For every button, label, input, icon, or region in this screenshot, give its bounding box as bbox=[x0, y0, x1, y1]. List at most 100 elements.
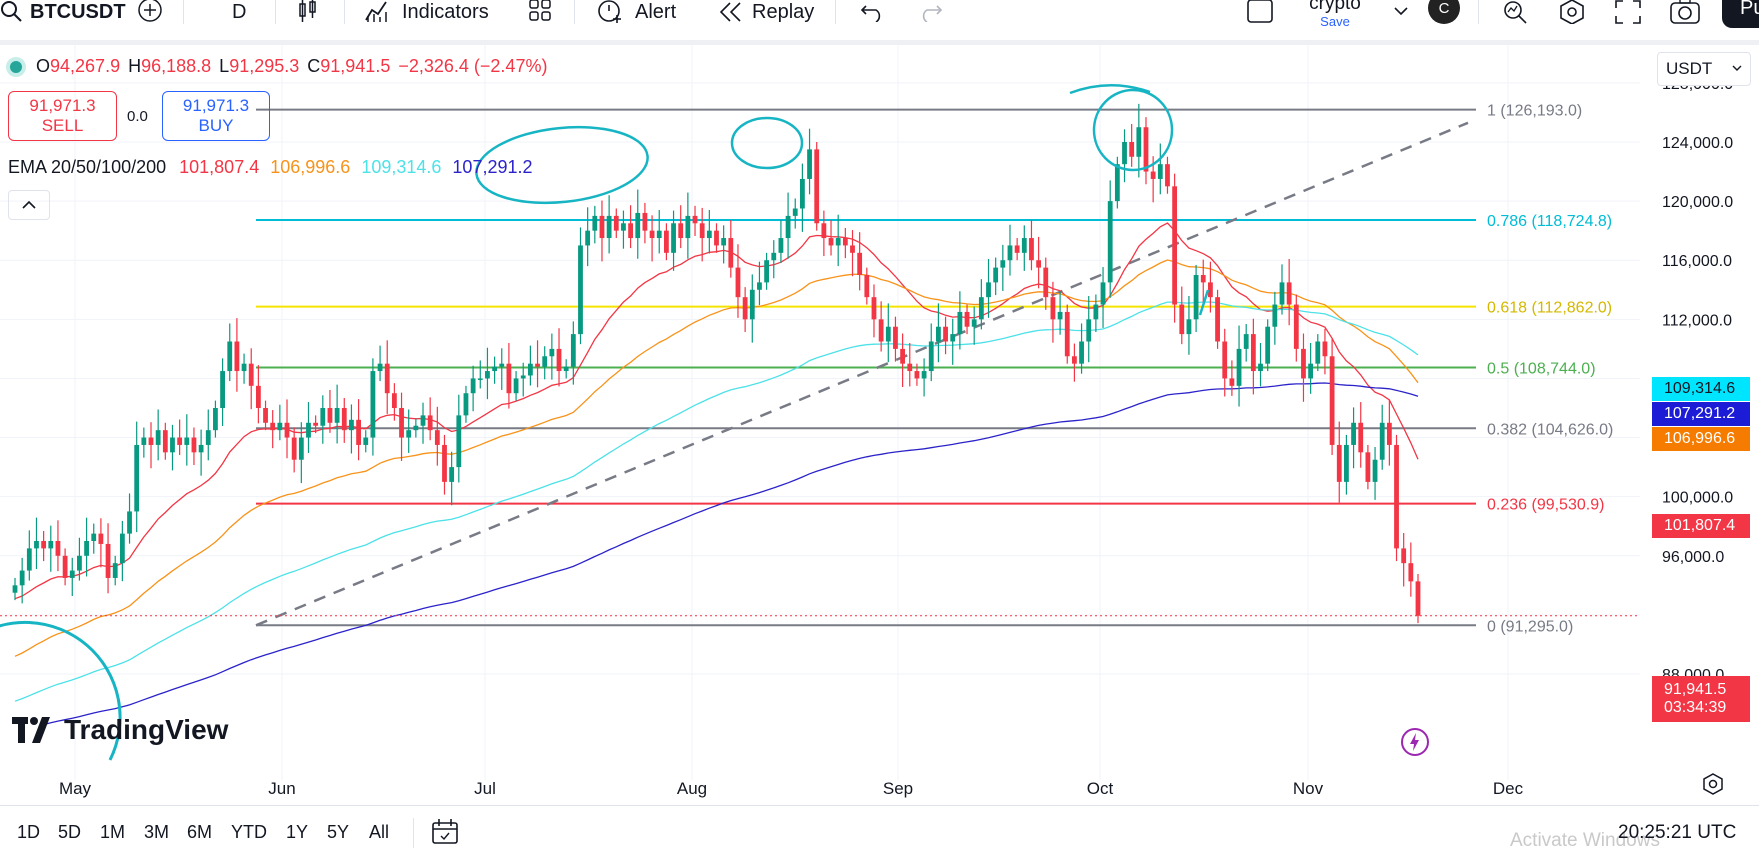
candle-body bbox=[334, 408, 340, 423]
currency-select[interactable]: USDT bbox=[1657, 52, 1751, 86]
candle-body bbox=[19, 570, 25, 586]
candle-body bbox=[291, 437, 297, 460]
avatar[interactable]: C bbox=[1428, 0, 1460, 24]
range-button-1m[interactable]: 1M bbox=[100, 822, 125, 843]
candle-body bbox=[112, 563, 118, 578]
range-button-all[interactable]: All bbox=[369, 822, 389, 843]
candle-body bbox=[735, 267, 741, 298]
save-layout-link[interactable]: Save bbox=[1305, 14, 1365, 30]
candle-body bbox=[1386, 422, 1392, 445]
settings-button[interactable] bbox=[1558, 0, 1586, 24]
annotation-circle bbox=[730, 116, 804, 170]
buy-button[interactable]: 91,971.3 BUY bbox=[162, 91, 270, 141]
ema-legend[interactable]: EMA 20/50/100/200 101,807.4 106,996.6 10… bbox=[8, 157, 533, 178]
quick-search-button[interactable] bbox=[1502, 0, 1528, 24]
candle-body bbox=[535, 363, 540, 367]
fullscreen-button[interactable] bbox=[1615, 0, 1641, 24]
layout-name-block[interactable]: crypto Save bbox=[1305, 0, 1365, 30]
templates-button[interactable] bbox=[528, 0, 552, 24]
candle-body bbox=[1129, 142, 1135, 157]
layout-chevron-button[interactable] bbox=[1394, 0, 1408, 24]
candle-body bbox=[227, 341, 233, 372]
symbol-search-button[interactable]: BTCUSDT bbox=[0, 0, 126, 24]
candle-body bbox=[1007, 245, 1013, 261]
candle-body bbox=[384, 363, 390, 394]
candle-body bbox=[442, 444, 447, 482]
candle-body bbox=[749, 289, 755, 320]
goto-date-button[interactable] bbox=[431, 818, 459, 851]
collapse-legend-button[interactable] bbox=[8, 190, 50, 220]
calendar-icon bbox=[432, 819, 458, 844]
sell-button[interactable]: 91,971.3 SELL bbox=[8, 91, 117, 141]
range-button-5y[interactable]: 5Y bbox=[327, 822, 349, 843]
candle-body bbox=[320, 408, 326, 426]
axis-settings-button[interactable] bbox=[1702, 773, 1724, 800]
candle-body bbox=[1415, 581, 1421, 616]
candle-body bbox=[1358, 422, 1364, 453]
sell-price: 91,971.3 bbox=[29, 96, 96, 115]
compare-symbol-button[interactable] bbox=[137, 0, 163, 24]
ema20-price-tag: 101,807.4 bbox=[1652, 514, 1750, 538]
chart-type-button[interactable] bbox=[296, 0, 320, 24]
candle-body bbox=[606, 215, 612, 239]
rewind-icon bbox=[719, 2, 741, 22]
candle-body bbox=[463, 393, 469, 416]
candle-body bbox=[692, 215, 698, 224]
candle-body bbox=[413, 425, 419, 431]
candle-body bbox=[241, 363, 247, 372]
redo-icon bbox=[922, 5, 943, 22]
candle-body bbox=[971, 319, 977, 327]
candle-body bbox=[585, 230, 591, 246]
snapshot-button[interactable] bbox=[1670, 0, 1700, 24]
time-axis-label: Jul bbox=[474, 779, 496, 798]
candle-body bbox=[1093, 304, 1099, 320]
candle-body bbox=[1272, 304, 1278, 327]
candle-body bbox=[470, 378, 476, 394]
candle-body bbox=[313, 422, 319, 426]
tradingview-logo[interactable]: TradingView bbox=[12, 714, 228, 746]
ema-label: EMA 20/50/100/200 bbox=[8, 157, 167, 177]
candle-body bbox=[434, 430, 440, 445]
range-button-3m[interactable]: 3M bbox=[144, 822, 169, 843]
plus-circle-icon bbox=[138, 0, 162, 22]
annotation-circle bbox=[1092, 88, 1174, 172]
undo-button[interactable] bbox=[860, 0, 886, 24]
candle-body bbox=[842, 238, 848, 246]
candle-body bbox=[69, 570, 75, 578]
time-axis-label: Nov bbox=[1293, 779, 1324, 798]
publish-button[interactable]: Pu bbox=[1722, 0, 1759, 28]
candle-body bbox=[141, 437, 147, 445]
range-button-6m[interactable]: 6M bbox=[187, 822, 212, 843]
candle-body bbox=[155, 430, 161, 445]
trend-line bbox=[255, 121, 1469, 627]
redo-button[interactable] bbox=[917, 0, 943, 24]
range-button-5d[interactable]: 5D bbox=[58, 822, 81, 843]
candle-body bbox=[685, 215, 691, 239]
lightning-event-icon[interactable] bbox=[1400, 727, 1430, 762]
replay-button[interactable]: Replay bbox=[718, 0, 814, 24]
candle-body bbox=[950, 334, 956, 342]
candle-body bbox=[885, 326, 891, 342]
candle-body bbox=[828, 238, 834, 246]
candle-body bbox=[77, 555, 82, 571]
candle-body bbox=[656, 230, 662, 239]
alert-button[interactable]: Alert bbox=[597, 0, 676, 24]
fib-level-label: 0.236 (99,530.9) bbox=[1487, 497, 1604, 514]
layout-select-button[interactable] bbox=[1247, 0, 1273, 24]
range-button-ytd[interactable]: YTD bbox=[231, 822, 267, 843]
range-button-1d[interactable]: 1D bbox=[17, 822, 40, 843]
layout-square-icon bbox=[1247, 0, 1273, 23]
clock[interactable]: 20:25:21 UTC bbox=[1618, 822, 1736, 844]
interval-button[interactable]: D bbox=[232, 0, 246, 24]
candle-body bbox=[1229, 378, 1235, 386]
chevron-down-icon bbox=[1732, 65, 1742, 71]
time-axis-label: Dec bbox=[1493, 779, 1524, 798]
range-button-1y[interactable]: 1Y bbox=[286, 822, 308, 843]
spread-value: 0.0 bbox=[127, 108, 148, 125]
candle-body bbox=[864, 275, 870, 298]
indicators-button[interactable]: Indicators bbox=[364, 0, 489, 24]
candle-body bbox=[1394, 444, 1399, 549]
fib-level-label: 0.5 (108,744.0) bbox=[1487, 360, 1596, 377]
high-value: 96,188.8 bbox=[141, 56, 212, 76]
candle-body bbox=[570, 334, 576, 367]
